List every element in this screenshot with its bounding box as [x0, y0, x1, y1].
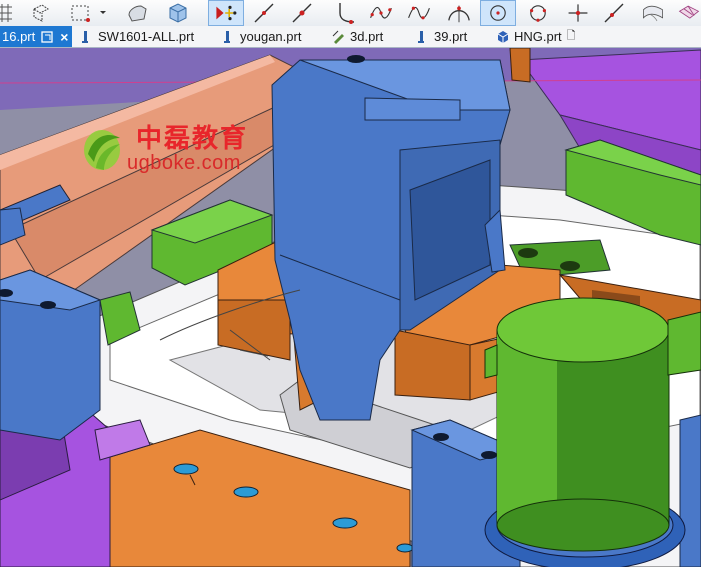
tab-39-prt[interactable]: 39.prt — [416, 26, 467, 47]
assembly-file-icon — [418, 30, 424, 43]
surface-icon[interactable] — [636, 0, 670, 26]
tab-label: 39.prt — [434, 29, 468, 44]
new-window-icon[interactable]: 🗋 — [567, 27, 576, 46]
toolbar — [0, 0, 701, 27]
sketch-plane-icon[interactable] — [26, 0, 54, 26]
graphics-viewport[interactable]: 中磊教育 ugboke.com — [0, 48, 701, 567]
fillet-curve-icon[interactable] — [332, 0, 360, 26]
tab-16-prt[interactable]: 16.prt × — [0, 26, 73, 47]
dropdown-arrow-icon[interactable] — [96, 0, 110, 26]
cube-file-icon — [497, 30, 509, 43]
tab-3d-prt[interactable]: 3d.prt — [332, 26, 383, 47]
box-icon[interactable] — [164, 0, 192, 26]
assembly-file-icon — [224, 30, 230, 43]
tab-label: 3d.prt — [350, 29, 384, 44]
watermark-logo-icon — [84, 130, 120, 170]
file-tab-bar: 16.prt × SW1601-ALL.prt yougan.prt 3d.pr… — [0, 26, 701, 48]
tab-hng-prt[interactable]: HNG.prt 🗋 — [496, 26, 576, 47]
dashed-frame-icon[interactable] — [66, 0, 94, 26]
grid-view-icon[interactable] — [0, 0, 20, 26]
two-point-line-icon[interactable] — [288, 0, 316, 26]
circle-icon[interactable] — [480, 0, 516, 26]
tab-yougan-prt[interactable]: yougan.prt — [222, 26, 301, 47]
watermark: 中磊教育 ugboke.com — [80, 118, 280, 188]
point-set-icon[interactable] — [208, 0, 244, 26]
circle-points-icon[interactable] — [520, 0, 556, 26]
extrude-icon[interactable] — [124, 0, 152, 26]
arc-icon[interactable] — [444, 0, 474, 26]
cross-point-icon[interactable] — [562, 0, 594, 26]
drafting-file-icon — [332, 30, 344, 44]
tab-label: HNG.prt — [514, 29, 562, 44]
tab-label: 16.prt — [2, 29, 36, 44]
line-icon[interactable] — [250, 0, 278, 26]
window-icon[interactable] — [41, 30, 53, 43]
watermark-url: ugboke.com — [127, 152, 241, 174]
tab-sw1601-all-prt[interactable]: SW1601-ALL.prt — [80, 26, 194, 47]
watermark-title: 中磊教育 — [136, 124, 249, 154]
spline-icon[interactable] — [364, 0, 398, 26]
angled-line-icon[interactable] — [600, 0, 628, 26]
close-icon[interactable]: × — [60, 29, 68, 45]
studio-spline-icon[interactable] — [402, 0, 436, 26]
assembly-file-icon — [82, 30, 88, 43]
wire-surface-icon[interactable] — [674, 0, 701, 26]
tab-label: SW1601-ALL.prt — [98, 29, 195, 44]
tab-label: yougan.prt — [240, 29, 302, 44]
